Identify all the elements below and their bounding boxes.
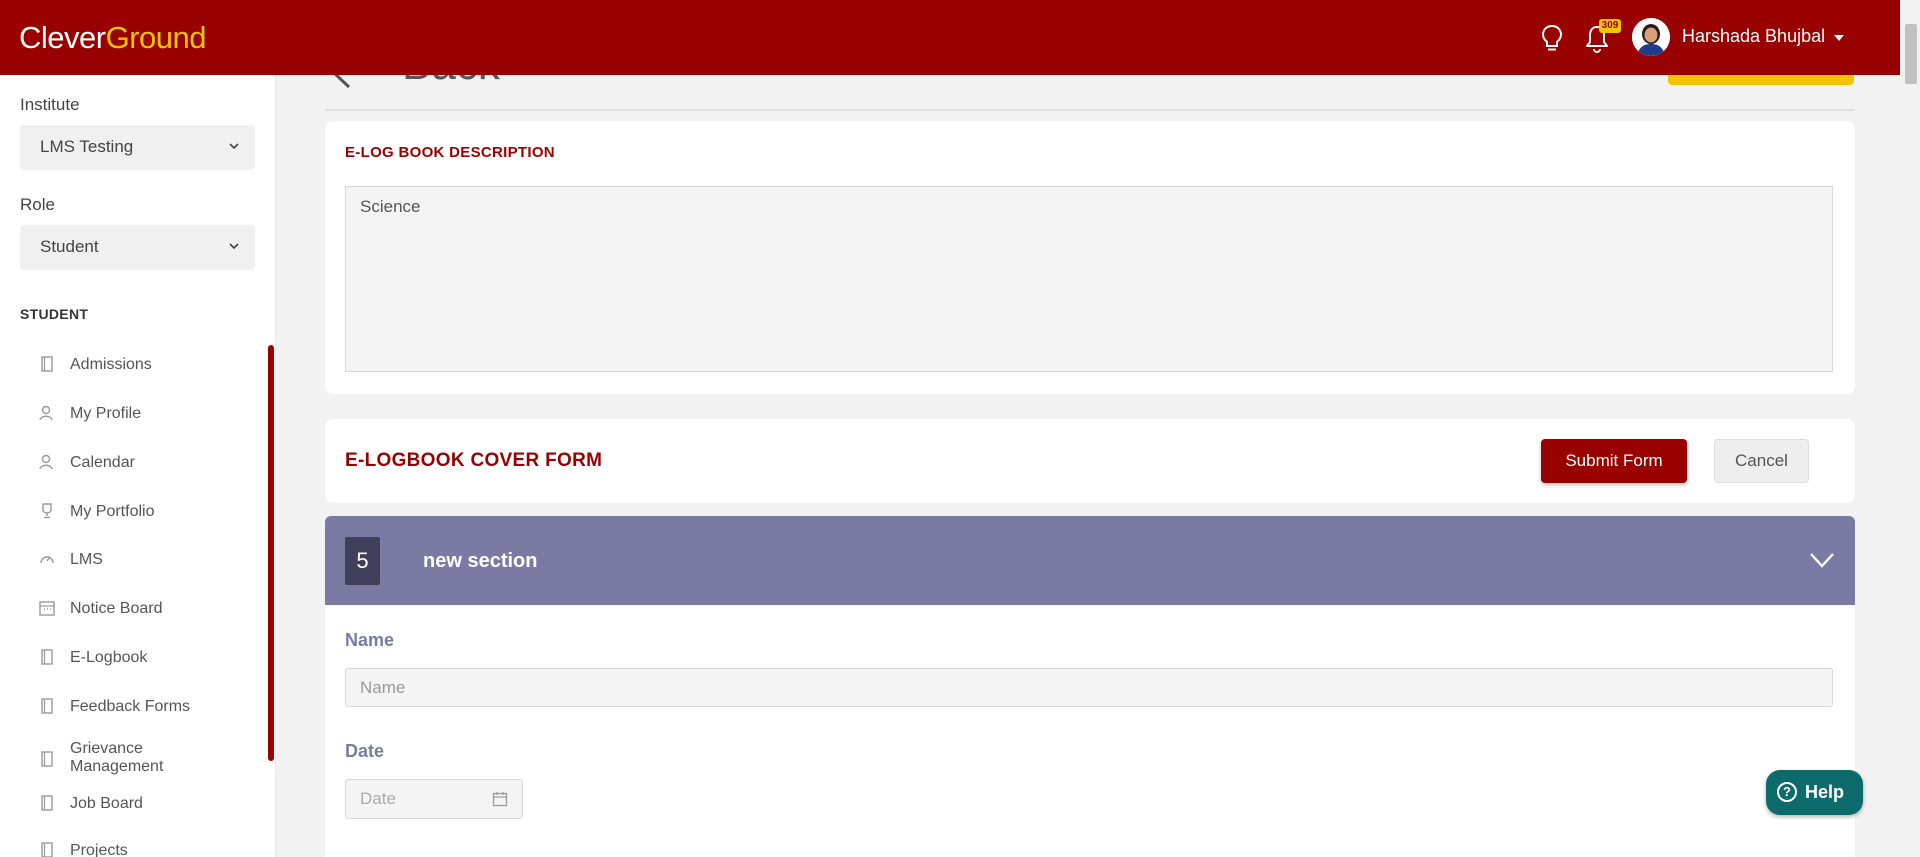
role-select[interactable]: Student xyxy=(20,225,255,270)
chevron-down-icon[interactable] xyxy=(1809,550,1835,570)
sidebar-item-label: Job Board xyxy=(70,795,143,812)
book-icon xyxy=(41,751,53,767)
book-icon xyxy=(41,842,53,857)
institute-label: Institute xyxy=(20,95,80,114)
description-title: E-LOG BOOK DESCRIPTION xyxy=(345,144,555,161)
user-icon xyxy=(39,454,53,470)
sidebar-item-label: Calendar xyxy=(70,454,135,471)
name-placeholder: Name xyxy=(360,678,406,697)
date-placeholder: Date xyxy=(360,789,396,808)
sidebar-item-label: My Portfolio xyxy=(70,503,155,520)
gauge-icon xyxy=(40,556,54,564)
institute-select-value: LMS Testing xyxy=(40,137,134,156)
name-label: Name xyxy=(345,630,395,650)
sidebar-item-grievance-management[interactable]: Grievance Management xyxy=(0,740,260,780)
book-icon xyxy=(41,795,53,811)
book-icon xyxy=(41,649,53,665)
section-title: new section xyxy=(423,550,538,572)
date-input[interactable]: Date xyxy=(345,779,523,819)
section-header[interactable]: 5 new section xyxy=(325,516,1855,605)
clever-ground-logo[interactable]: CleverGround xyxy=(19,20,207,56)
sidebar-item-projects[interactable]: Projects xyxy=(0,841,260,857)
avatar[interactable] xyxy=(1632,18,1670,56)
sidebar-item-lms[interactable]: LMS xyxy=(0,550,260,580)
top-navbar: CleverGround 309 Harshada Bhujbal xyxy=(0,0,1920,75)
sidebar-item-label: Projects xyxy=(70,842,128,857)
user-name[interactable]: Harshada Bhujbal xyxy=(1682,26,1825,47)
lightbulb-icon[interactable] xyxy=(1540,24,1564,54)
user-icon xyxy=(39,405,53,421)
role-select-value: Student xyxy=(40,237,99,256)
description-textarea[interactable]: Science xyxy=(345,186,1833,372)
name-input[interactable]: Name xyxy=(345,668,1833,707)
logo-text-ground: Ground xyxy=(105,20,207,55)
sidebar-item-label: Notice Board xyxy=(70,600,163,617)
book-icon xyxy=(41,356,53,372)
divider xyxy=(325,109,1855,111)
sidebar-item-admissions[interactable]: Admissions xyxy=(0,355,260,385)
sidebar-item-job-board[interactable]: Job Board xyxy=(0,794,260,824)
submit-form-button[interactable]: Submit Form xyxy=(1541,439,1687,483)
role-label: Role xyxy=(20,195,55,214)
question-icon: ? xyxy=(1777,782,1797,802)
logo-text-clever: Clever xyxy=(19,20,106,55)
form-header-card: E-LOGBOOK COVER FORM Submit Form Cancel xyxy=(325,419,1855,503)
chevron-down-icon xyxy=(229,143,239,150)
trophy-icon xyxy=(42,503,52,519)
page-scrollbar-thumb[interactable] xyxy=(1905,24,1917,84)
institute-select[interactable]: LMS Testing xyxy=(20,125,255,170)
sidebar-item-label: Grievance Management xyxy=(70,740,164,775)
sidebar-item-label: Admissions xyxy=(70,356,152,373)
sidebar-item-my-profile[interactable]: My Profile xyxy=(0,404,260,434)
description-card: E-LOG BOOK DESCRIPTION Science xyxy=(325,121,1855,394)
sidebar-section-student: STUDENT xyxy=(20,306,89,322)
sidebar: Institute LMS Testing Role Student STUDE… xyxy=(0,75,276,857)
page-scrollbar[interactable] xyxy=(1900,0,1920,857)
sidebar-item-e-logbook[interactable]: E-Logbook xyxy=(0,648,260,678)
help-label: Help xyxy=(1805,782,1845,802)
section-number: 5 xyxy=(345,537,380,585)
section-body: Name Name Date Date xyxy=(325,605,1855,857)
book-icon xyxy=(41,698,53,714)
date-label: Date xyxy=(345,741,385,761)
calendar-icon xyxy=(39,601,55,616)
chevron-down-icon xyxy=(229,243,239,250)
sidebar-item-label: LMS xyxy=(70,551,103,568)
description-value: Science xyxy=(360,197,421,216)
sidebar-item-notice-board[interactable]: Notice Board xyxy=(0,599,260,629)
sidebar-scrollbar[interactable] xyxy=(268,345,274,761)
sidebar-item-label: Feedback Forms xyxy=(70,698,191,715)
sidebar-item-calendar[interactable]: Calendar xyxy=(0,453,260,483)
sidebar-item-feedback-forms[interactable]: Feedback Forms xyxy=(0,697,260,727)
calendar-icon[interactable] xyxy=(492,791,508,807)
caret-down-icon[interactable] xyxy=(1834,35,1844,41)
notification-badge: 309 xyxy=(1599,19,1621,33)
sidebar-item-label: My Profile xyxy=(70,405,142,422)
sidebar-item-label: E-Logbook xyxy=(70,649,148,666)
sidebar-item-my-portfolio[interactable]: My Portfolio xyxy=(0,502,260,532)
form-title: E-LOGBOOK COVER FORM xyxy=(345,450,603,471)
help-button[interactable]: ? Help xyxy=(1766,770,1863,815)
cancel-button[interactable]: Cancel xyxy=(1714,439,1809,483)
